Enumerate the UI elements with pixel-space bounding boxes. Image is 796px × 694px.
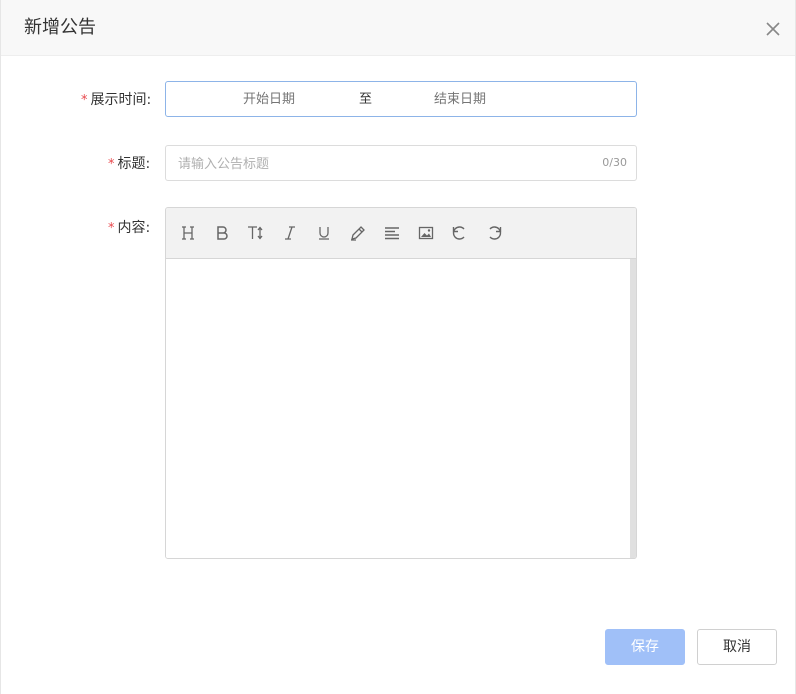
align-button[interactable] (382, 223, 402, 243)
editor-scrollbar[interactable] (630, 259, 636, 558)
image-button[interactable] (416, 223, 436, 243)
end-date-input[interactable] (405, 91, 515, 109)
align-icon (384, 225, 400, 241)
heading-icon (180, 225, 196, 241)
editor-content-area[interactable] (166, 259, 630, 558)
char-counter: 0/30 (602, 156, 627, 169)
dialog-header: 新增公告 (1, 0, 795, 56)
font-size-icon (247, 225, 265, 241)
save-button[interactable]: 保存 (605, 629, 685, 665)
undo-icon (452, 225, 468, 241)
bold-button[interactable] (212, 223, 232, 243)
pen-icon (350, 225, 366, 241)
editor-toolbar (166, 208, 636, 259)
content-label-wrap: * 内容: (108, 218, 150, 239)
close-button[interactable] (763, 19, 783, 39)
display-time-label: 展示时间: (90, 92, 152, 108)
title-input[interactable] (178, 154, 578, 174)
rich-text-editor (165, 207, 637, 559)
underline-button[interactable] (314, 223, 334, 243)
image-icon (418, 225, 434, 241)
redo-icon (486, 225, 502, 241)
bold-icon (214, 225, 230, 241)
heading-button[interactable] (178, 223, 198, 243)
required-mark: * (81, 93, 88, 108)
undo-button[interactable] (450, 223, 470, 243)
italic-icon (282, 225, 298, 241)
dialog-title: 新增公告 (24, 17, 96, 38)
underline-icon (316, 225, 332, 241)
content-label: 内容: (117, 220, 151, 236)
date-range-separator: 至 (359, 92, 373, 107)
start-date-input[interactable] (214, 91, 324, 109)
close-icon (763, 22, 783, 43)
cancel-button[interactable]: 取消 (697, 629, 777, 665)
title-field: 0/30 (165, 145, 637, 181)
italic-button[interactable] (280, 223, 300, 243)
required-mark: * (108, 221, 115, 236)
display-time-label-wrap: * 展示时间: (81, 90, 151, 111)
title-label: 标题: (117, 156, 151, 172)
dialog: 新增公告 *展示时间: 至 *标题: 0/30 *内容: (0, 0, 796, 694)
required-mark: * (108, 157, 115, 172)
date-range-picker[interactable]: 至 (165, 81, 637, 117)
font-size-button[interactable] (246, 223, 266, 243)
title-label-wrap: * 标题: (108, 154, 150, 175)
redo-button[interactable] (484, 223, 504, 243)
highlight-button[interactable] (348, 223, 368, 243)
